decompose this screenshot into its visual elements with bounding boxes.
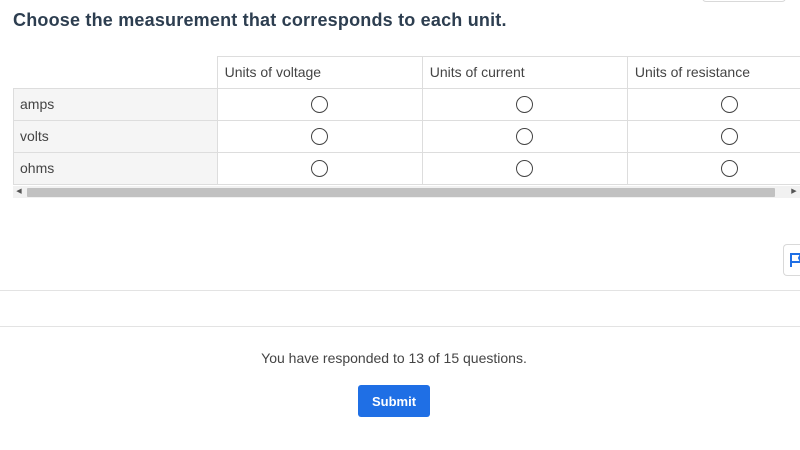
divider [0,290,800,291]
radio-ohms-resistance[interactable] [721,159,739,177]
row-header-ohms: ohms [13,151,218,185]
radio-volts-voltage[interactable] [311,127,329,145]
cell-amps-voltage [216,87,423,121]
matrix-grid: Units of voltage Units of current Units … [13,56,800,200]
cell-ohms-current [421,151,628,185]
flag-icon-glyph [790,253,800,267]
cell-volts-current [421,119,628,153]
column-header-current: Units of current [421,56,628,89]
matrix-row-ohms: ohms [13,151,800,185]
cell-amps-current [421,87,628,121]
radio-amps-resistance[interactable] [721,95,739,113]
radio-amps-voltage[interactable] [311,95,329,113]
cell-volts-resistance [626,119,800,153]
matrix-row-volts: volts [13,119,800,153]
row-header-amps: amps [13,87,218,121]
matrix-row-amps: amps [13,87,800,121]
scroll-right-arrow-icon[interactable]: ▶ [788,186,800,198]
radio-ohms-current[interactable] [516,159,534,177]
divider [0,326,800,327]
cell-ohms-resistance [626,151,800,185]
cell-amps-resistance [626,87,800,121]
matrix-header-row: Units of voltage Units of current Units … [13,56,800,89]
radio-ohms-voltage[interactable] [311,159,329,177]
radio-volts-resistance[interactable] [721,127,739,145]
flag-icon[interactable] [783,244,800,276]
top-edge-tab [702,0,786,2]
radio-amps-current[interactable] [516,95,534,113]
matrix-table: Units of voltage Units of current Units … [13,56,800,185]
matrix-corner-cell [13,56,218,89]
column-header-resistance: Units of resistance [626,56,800,89]
submit-button[interactable]: Submit [358,385,430,417]
column-header-voltage: Units of voltage [216,56,423,89]
cell-ohms-voltage [216,151,423,185]
cell-volts-voltage [216,119,423,153]
horizontal-scrollbar[interactable]: ◀ ▶ [13,186,800,198]
scrollbar-thumb[interactable] [27,188,775,197]
scroll-left-arrow-icon[interactable]: ◀ [13,186,25,198]
progress-text: You have responded to 13 of 15 questions… [261,350,527,366]
row-header-volts: volts [13,119,218,153]
radio-volts-current[interactable] [516,127,534,145]
question-title: Choose the measurement that corresponds … [13,10,507,30]
